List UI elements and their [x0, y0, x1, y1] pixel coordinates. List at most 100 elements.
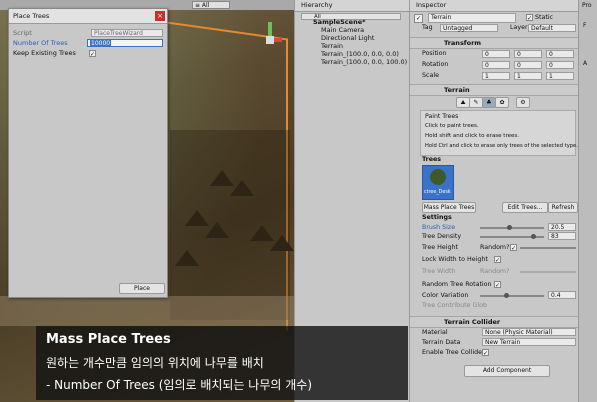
- place-trees-window[interactable]: Place Trees × Script PlaceTreeWizard Num…: [8, 8, 168, 298]
- tree-contribute-label: Tree Contribute Glob: [422, 302, 487, 309]
- mountain: [175, 250, 199, 266]
- place-button[interactable]: Place: [119, 283, 165, 294]
- hierarchy-item[interactable]: Terrain_(100.0, 0.0, 100.0): [321, 58, 407, 66]
- keep-existing-label: Keep Existing Trees: [13, 49, 76, 57]
- mountain: [230, 180, 254, 196]
- position-z[interactable]: 0: [546, 50, 574, 58]
- tree-height-range[interactable]: [520, 247, 576, 249]
- lock-width-checkbox[interactable]: ✓: [494, 256, 501, 264]
- rotation-x[interactable]: 0: [482, 61, 510, 69]
- tab-hierarchy[interactable]: Hierarchy: [295, 0, 409, 12]
- paint-trees-icon[interactable]: ♣: [482, 97, 496, 108]
- paint-icon[interactable]: ✎: [469, 97, 483, 108]
- random-label: Random?: [480, 268, 510, 275]
- mountain: [205, 222, 229, 238]
- brush-size-label: Brush Size: [422, 224, 456, 231]
- position-label: Position: [422, 50, 447, 57]
- transform-header[interactable]: Transform: [410, 37, 579, 49]
- details-icon[interactable]: ✿: [495, 97, 509, 108]
- help-line: Hold Ctrl and click to erase only trees …: [425, 143, 578, 149]
- caption-title: Mass Place Trees: [46, 332, 171, 347]
- tree-prototype-thumb[interactable]: ctree_Desk: [422, 165, 454, 200]
- add-component-button[interactable]: Add Component: [464, 365, 550, 377]
- terrain-tools: ⛰ ✎ ♣ ✿ ⚙: [456, 97, 534, 108]
- color-variation-label: Color Variation: [422, 292, 469, 299]
- tab-inspector[interactable]: Inspector: [410, 0, 579, 12]
- raise-terrain-icon[interactable]: ⛰: [456, 97, 470, 108]
- height-random-checkbox[interactable]: ✓: [510, 244, 517, 252]
- brush-size-slider[interactable]: [480, 227, 544, 229]
- script-label: Script: [13, 29, 32, 37]
- brush-size-input[interactable]: 20.5: [548, 223, 576, 231]
- hierarchy-item[interactable]: Directional Light: [321, 34, 374, 42]
- settings-label: Settings: [422, 214, 452, 221]
- position-x[interactable]: 0: [482, 50, 510, 58]
- color-variation-knob[interactable]: [503, 293, 509, 298]
- help-line: Hold shift and click to erase trees.: [425, 133, 519, 139]
- static-label: Static: [535, 14, 554, 21]
- enable-tree-colliders-checkbox[interactable]: ✓: [482, 349, 489, 357]
- terrain-data-label: Terrain Data: [422, 339, 461, 346]
- hierarchy-item[interactable]: Terrain_(100.0, 0.0, 0.0): [321, 50, 399, 58]
- mass-place-trees-button[interactable]: Mass Place Trees: [422, 202, 476, 213]
- scene-search-input[interactable]: ≡ All: [192, 1, 230, 9]
- scale-z[interactable]: 1: [546, 72, 574, 80]
- rotation-z[interactable]: 0: [546, 61, 574, 69]
- color-variation-input[interactable]: 0.4: [548, 291, 576, 299]
- scale-label: Scale: [422, 72, 439, 79]
- tree-width-label: Tree Width: [422, 268, 456, 275]
- static-checkbox[interactable]: ✓: [526, 14, 533, 22]
- object-name-input[interactable]: Terrain: [428, 13, 516, 23]
- rotation-y[interactable]: 0: [514, 61, 542, 69]
- material-label: Material: [422, 329, 448, 336]
- random-rotation-label: Random Tree Rotation: [422, 281, 492, 288]
- caption-line: - Number Of Trees (임의로 배치되는 나무의 개수): [46, 378, 313, 392]
- tag-label: Tag: [422, 24, 433, 31]
- position-y[interactable]: 0: [514, 50, 542, 58]
- hierarchy-item[interactable]: Main Camera: [321, 26, 364, 34]
- script-field: PlaceTreeWizard: [91, 29, 163, 37]
- tree-density-knob[interactable]: [531, 234, 537, 239]
- terrain-title: Terrain: [444, 86, 470, 94]
- mountain: [270, 235, 294, 251]
- help-title: Paint Trees: [425, 113, 459, 120]
- project-item[interactable]: A: [583, 60, 587, 67]
- tree-height-label: Tree Height: [422, 244, 458, 251]
- terrain-collider-header[interactable]: Terrain Collider: [410, 316, 579, 328]
- random-rotation-checkbox[interactable]: ✓: [494, 281, 501, 289]
- object-active-checkbox[interactable]: ✓: [414, 14, 423, 23]
- scene-gizmo-icon[interactable]: [258, 22, 282, 62]
- scale-y[interactable]: 1: [514, 72, 542, 80]
- brush-size-knob[interactable]: [506, 225, 512, 230]
- terrain-foreground: [0, 296, 294, 326]
- refresh-button[interactable]: Refresh: [548, 202, 578, 213]
- hierarchy-item[interactable]: Terrain: [321, 42, 343, 50]
- layer-label: Layer: [510, 24, 528, 31]
- tree-density-label: Tree Density: [422, 233, 462, 240]
- close-icon[interactable]: ×: [155, 11, 165, 21]
- edit-trees-button[interactable]: Edit Trees...: [502, 202, 548, 213]
- project-item[interactable]: F: [583, 22, 586, 29]
- color-variation-slider[interactable]: [480, 295, 544, 297]
- terrain-header[interactable]: Terrain: [410, 84, 579, 96]
- transform-title: Transform: [444, 39, 482, 47]
- settings-gear-icon[interactable]: ⚙: [516, 97, 530, 108]
- scale-x[interactable]: 1: [482, 72, 510, 80]
- inspector-panel: Inspector ✓ Terrain ✓ Static Tag Untagge…: [409, 0, 579, 402]
- project-tab[interactable]: Pro: [582, 2, 592, 9]
- tree-density-input[interactable]: 83: [548, 232, 576, 240]
- caption-overlay: Mass Place Trees 원하는 개수만큼 임의의 위치에 나무를 배치…: [36, 326, 408, 400]
- terrain-data-field[interactable]: New Terrain: [482, 338, 576, 346]
- window-title: Place Trees: [9, 9, 167, 24]
- layer-dropdown[interactable]: Default: [528, 24, 576, 32]
- project-panel-strip: Pro F A: [578, 0, 597, 402]
- random-label: Random?: [480, 244, 510, 251]
- tag-dropdown[interactable]: Untagged: [440, 24, 498, 32]
- material-field[interactable]: None (Physic Material): [482, 328, 576, 336]
- rotation-label: Rotation: [422, 61, 449, 68]
- scene-root-item[interactable]: SampleScene*: [313, 18, 366, 26]
- num-trees-label: Number Of Trees: [13, 39, 68, 47]
- terrain-collider-title: Terrain Collider: [444, 318, 501, 326]
- keep-existing-checkbox[interactable]: ✓: [89, 50, 96, 58]
- num-trees-input[interactable]: 10000: [87, 39, 163, 47]
